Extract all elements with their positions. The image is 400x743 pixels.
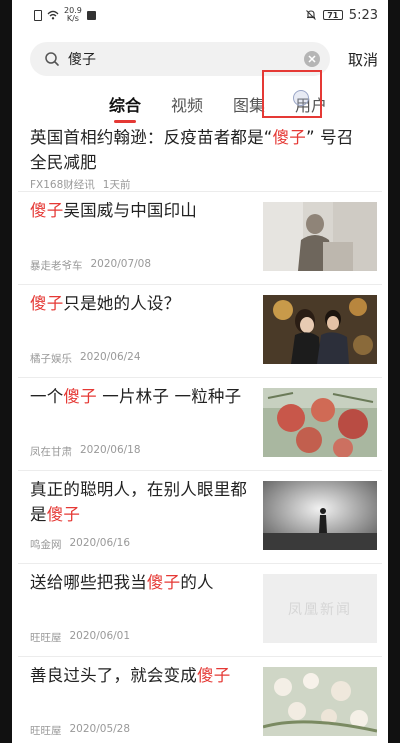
result-item[interactable]: 真正的聪明人，在别人眼里都是傻子 鸣金网 2020/06/16 <box>18 471 382 564</box>
keyword-highlight: 傻子 <box>197 666 231 685</box>
tab-label: 视频 <box>170 96 203 115</box>
status-time: 5:23 <box>348 7 378 23</box>
result-title: 真正的聪明人，在别人眼里都是傻子 <box>30 480 248 524</box>
touch-indicator <box>293 90 309 106</box>
search-results-list: 英国首相约翰逊：反疫苗者都是“傻子” 号召全民减肥 FX168财经讯 1天前 傻… <box>12 121 388 743</box>
result-source: 旺旺屋 <box>30 632 62 644</box>
keyword-highlight: 傻子 <box>30 201 64 220</box>
status-bar: 20.9 K/s 71 5:23 <box>12 0 388 30</box>
keyword-highlight: 傻子 <box>46 505 81 524</box>
keyword-highlight: 傻子 <box>63 387 97 406</box>
tab-label: 综合 <box>108 96 141 115</box>
result-meta: 旺旺屋 2020/06/01 <box>30 630 130 645</box>
result-item[interactable]: 善良过头了，就会变成傻子 旺旺屋 2020/05/28 <box>18 657 382 743</box>
search-icon <box>45 52 59 66</box>
result-source: 凤在甘肃 <box>30 446 72 458</box>
result-item[interactable]: 英国首相约翰逊：反疫苗者都是“傻子” 号召全民减肥 FX168财经讯 1天前 <box>18 121 382 192</box>
mute-bell-icon <box>305 10 316 20</box>
battery-icon: 71 <box>322 10 343 20</box>
search-box[interactable] <box>30 42 330 76</box>
old-man-thumbnail <box>263 202 377 271</box>
result-meta: 暴走老爷车 2020/07/08 <box>30 258 151 273</box>
result-meta: 橘子娱乐 2020/06/24 <box>30 351 141 366</box>
tab-gallery[interactable]: 图集 <box>218 92 280 116</box>
sim-card-icon <box>34 9 42 21</box>
notification-icon <box>86 10 96 20</box>
result-time: 2020/06/01 <box>69 630 131 642</box>
result-source: 旺旺屋 <box>30 725 62 737</box>
result-source: FX168财经讯 <box>30 179 95 191</box>
result-title: 英国首相约翰逊：反疫苗者都是“傻子” 号召全民减肥 <box>30 128 354 172</box>
keyword-highlight: 傻子 <box>146 573 181 592</box>
result-meta: 鸣金网 2020/06/16 <box>30 537 130 552</box>
placeholder-logo-text: 凤凰新闻 <box>263 574 377 643</box>
result-title: 送给哪些把我当傻子的人 <box>30 573 214 592</box>
clear-icon[interactable] <box>304 51 320 67</box>
result-title: 傻子吴国威与中国印山 <box>30 201 198 220</box>
wifi-icon <box>47 10 59 20</box>
tab-comprehensive[interactable]: 综合 <box>94 92 156 123</box>
result-title: 傻子只是她的人设？ <box>30 294 181 313</box>
result-meta: FX168财经讯 1天前 <box>30 177 370 192</box>
result-source: 暴走老爷车 <box>30 260 83 272</box>
result-item[interactable]: 傻子吴国威与中国印山 暴走老爷车 2020/07/08 <box>18 192 382 285</box>
speed-unit: K/s <box>66 14 79 23</box>
result-title: 一个傻子 一片林子 一粒种子 <box>30 387 242 406</box>
fruit-thumbnail <box>263 388 377 457</box>
tab-video[interactable]: 视频 <box>156 92 218 116</box>
result-item[interactable]: 一个傻子 一片林子 一粒种子 凤在甘肃 2020/06/18 <box>18 378 382 471</box>
battery-level: 71 <box>327 11 339 20</box>
keyword-highlight: 傻子 <box>272 128 306 147</box>
network-speed: 20.9 K/s <box>64 7 82 23</box>
result-time: 2020/05/28 <box>69 723 131 735</box>
result-time: 1天前 <box>102 179 131 191</box>
silhouette-thumbnail <box>263 481 377 550</box>
keyword-highlight: 傻子 <box>30 294 64 313</box>
result-source: 鸣金网 <box>30 539 62 551</box>
tab-label: 图集 <box>232 96 265 115</box>
result-time: 2020/06/24 <box>80 351 141 363</box>
placeholder-thumbnail: 凤凰新闻 <box>263 574 377 643</box>
couple-thumbnail <box>263 295 377 364</box>
cancel-button[interactable]: 取消 <box>330 49 378 70</box>
result-meta: 凤在甘肃 2020/06/18 <box>30 444 141 459</box>
result-item[interactable]: 送给哪些把我当傻子的人 旺旺屋 2020/06/01 凤凰新闻 <box>18 564 382 657</box>
result-item[interactable]: 傻子只是她的人设？ 橘子娱乐 2020/06/24 <box>18 285 382 378</box>
result-title: 善良过头了，就会变成傻子 <box>30 666 231 685</box>
result-time: 2020/07/08 <box>90 258 152 270</box>
result-meta: 旺旺屋 2020/05/28 <box>30 723 130 738</box>
result-source: 橘子娱乐 <box>30 353 72 365</box>
phone-screen: 20.9 K/s 71 5:23 傻子 取消 综合 视频 图集 用户 英国首相约… <box>12 0 388 743</box>
flowers-thumbnail <box>263 667 377 736</box>
search-row: 取消 <box>12 30 388 76</box>
tab-users[interactable]: 用户 <box>280 92 342 116</box>
result-time: 2020/06/18 <box>80 444 141 456</box>
search-input[interactable] <box>60 50 304 68</box>
result-time: 2020/06/16 <box>69 537 131 549</box>
